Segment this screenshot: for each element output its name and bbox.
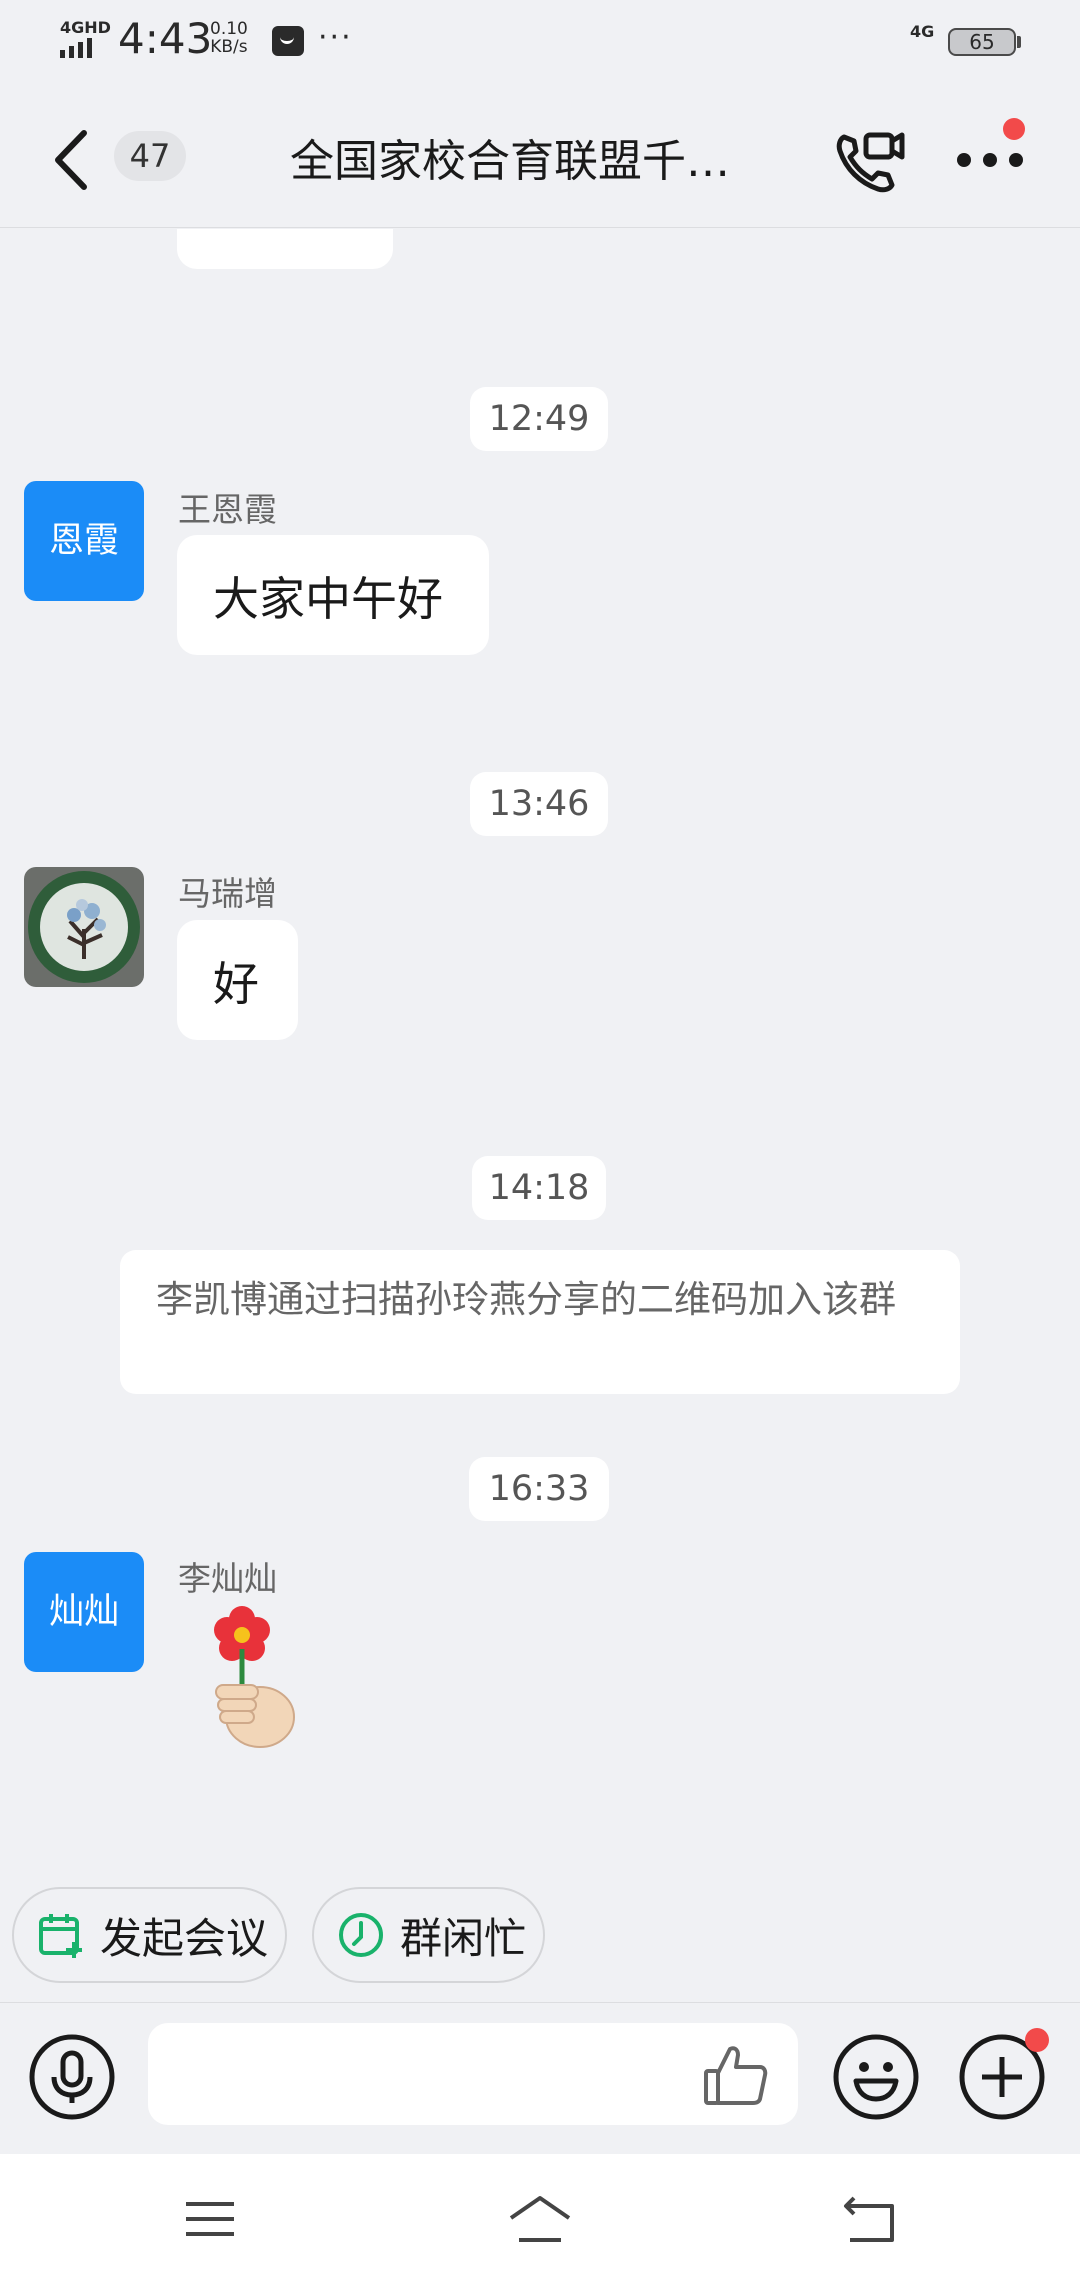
system-nav-bar [0, 2154, 1080, 2280]
speed-value: 0.10 [210, 19, 248, 39]
sender-name: 李灿灿 [178, 1559, 277, 1598]
menu-icon [186, 2202, 234, 2236]
emoji-button[interactable] [832, 2033, 920, 2121]
recent-apps-button[interactable] [180, 2194, 240, 2244]
status-bar: 4GHD 4:43 0.10 KB/s ··· 4G 65 [0, 0, 1080, 85]
input-bar [0, 2002, 1080, 2154]
network-speed: 0.10 KB/s [210, 20, 248, 56]
chat-header: 47 全国家校合育联盟千… [0, 85, 1080, 228]
microphone-icon [29, 2034, 115, 2120]
signal-icon: 4GHD [58, 18, 111, 60]
more-notifications-icon: ··· [318, 20, 353, 55]
message-bubble[interactable]: 大家中午好 [177, 535, 489, 655]
call-button[interactable] [830, 121, 910, 201]
video-call-icon [836, 132, 905, 193]
avatar-badge-icon [24, 867, 144, 987]
message-bubble-partial[interactable] [177, 229, 393, 269]
home-button[interactable] [505, 2192, 575, 2248]
chat-area[interactable]: 12:49 恩霞 王恩霞 大家中午好 13:46 马瑞增 好 14:18 李凯博… [0, 229, 1080, 2002]
clock-icon [339, 1913, 383, 1957]
network-type: 4G [910, 22, 935, 41]
battery-tip [1017, 36, 1021, 48]
smiley-icon [833, 2034, 919, 2120]
sender-name: 马瑞增 [178, 874, 277, 913]
like-button[interactable] [700, 2039, 772, 2111]
avatar[interactable] [24, 867, 144, 987]
timestamp: 14:18 [472, 1156, 606, 1220]
chevron-left-icon [55, 130, 87, 190]
battery-level: 65 [969, 30, 995, 54]
back-arrow-icon [844, 2196, 894, 2242]
notification-dot [1003, 118, 1025, 140]
status-time: 4:43 [118, 14, 213, 63]
thumbs-up-icon [704, 2046, 768, 2105]
notification-dot [1025, 2028, 1049, 2052]
avatar[interactable]: 恩霞 [24, 481, 144, 601]
unread-count-badge[interactable]: 47 [114, 131, 186, 181]
notification-app-icon [272, 26, 304, 56]
avatar[interactable]: 灿灿 [24, 1552, 144, 1672]
group-availability-chip[interactable]: 群闲忙 [312, 1887, 545, 1983]
chip-label: 发起会议 [100, 1913, 269, 1963]
calendar-add-icon [39, 1914, 82, 1958]
home-icon [509, 2196, 571, 2242]
chip-label: 群闲忙 [400, 1913, 527, 1963]
timestamp: 13:46 [470, 772, 608, 836]
flower-hand-sticker[interactable] [198, 1605, 308, 1753]
voice-button[interactable] [28, 2033, 116, 2121]
back-button[interactable] [48, 125, 98, 195]
more-button[interactable] [950, 135, 1030, 185]
speed-unit: KB/s [210, 37, 248, 57]
more-horizontal-icon [957, 153, 1023, 167]
sender-name: 王恩霞 [178, 490, 277, 529]
message-text: 大家中午好 [213, 572, 443, 626]
timestamp: 12:49 [470, 387, 608, 451]
sticker-image [214, 1606, 295, 1748]
message-bubble[interactable]: 好 [177, 920, 298, 1040]
timestamp: 16:33 [469, 1457, 609, 1521]
chat-title[interactable]: 全国家校合育联盟千… [290, 125, 790, 189]
system-message: 李凯博通过扫描孙玲燕分享的二维码加入该群 [120, 1250, 960, 1394]
back-nav-button[interactable] [840, 2192, 900, 2248]
network-tag: 4GHD [60, 18, 111, 37]
start-meeting-chip[interactable]: 发起会议 [12, 1887, 287, 1983]
battery-icon: 65 [948, 28, 1016, 56]
message-text: 好 [213, 957, 259, 1011]
